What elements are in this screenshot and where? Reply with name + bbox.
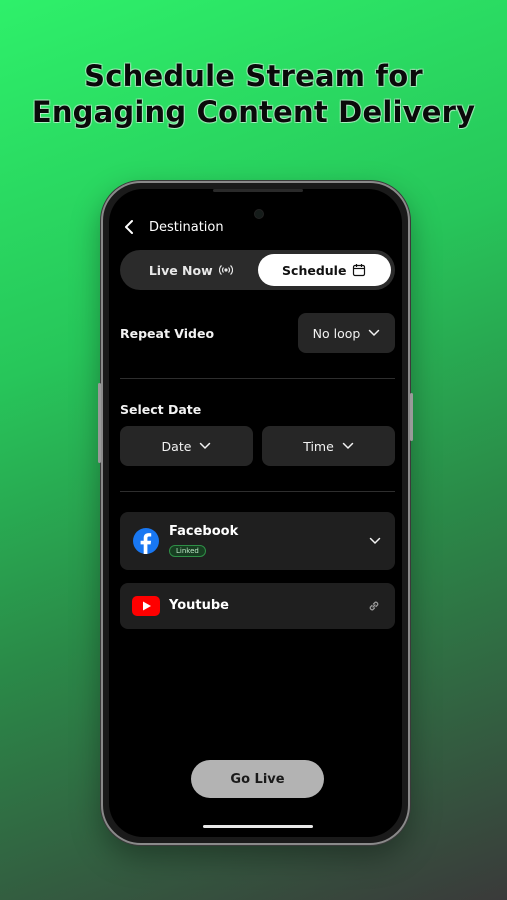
youtube-icon [132,596,160,616]
date-dropdown-value: Date [161,438,192,454]
front-camera [254,209,264,219]
mode-segmented-control: Live Now Schedule [120,250,395,290]
promo-headline: Schedule Stream for Engaging Content Del… [0,58,507,130]
calendar-icon [353,264,366,277]
link-icon[interactable] [367,599,381,613]
broadcast-icon [218,265,233,275]
youtube-name: Youtube [169,598,229,613]
time-dropdown-value: Time [303,438,334,454]
linked-badge: Linked [169,545,206,557]
section-divider [120,491,395,492]
headline-line-1: Schedule Stream for [84,59,423,93]
tab-live-now[interactable]: Live Now [124,254,258,286]
chevron-down-icon [342,442,354,450]
destination-card-facebook[interactable]: Facebook Linked [120,512,395,570]
app-screen: Destination Live Now Schedule Repeat Vid… [109,189,402,837]
speaker-grille [213,189,303,192]
select-date-label: Select Date [120,402,202,417]
power-button [410,393,413,441]
repeat-video-label: Repeat Video [120,326,215,341]
date-dropdown[interactable]: Date [120,426,253,466]
facebook-name: Facebook [169,524,239,539]
headline-line-2: Engaging Content Delivery [31,95,476,129]
top-bar: Destination [123,219,224,235]
go-live-button[interactable]: Go Live [191,760,324,798]
phone-frame: Destination Live Now Schedule Repeat Vid… [98,181,413,845]
repeat-video-value: No loop [312,325,361,341]
tab-live-now-label: Live Now [148,262,213,278]
destination-card-youtube[interactable]: Youtube [120,583,395,629]
volume-button [98,383,101,463]
chevron-down-icon [200,442,211,450]
repeat-video-dropdown[interactable]: No loop [298,313,395,353]
page-title: Destination [149,219,224,235]
tab-schedule[interactable]: Schedule [257,254,391,286]
home-indicator [203,825,313,828]
chevron-down-icon [369,329,380,337]
facebook-icon [133,528,159,554]
section-divider [120,378,395,379]
chevron-down-icon[interactable] [369,537,381,545]
time-dropdown[interactable]: Time [262,426,395,466]
chevron-left-icon[interactable] [123,219,135,235]
tab-schedule-label: Schedule [282,262,347,278]
